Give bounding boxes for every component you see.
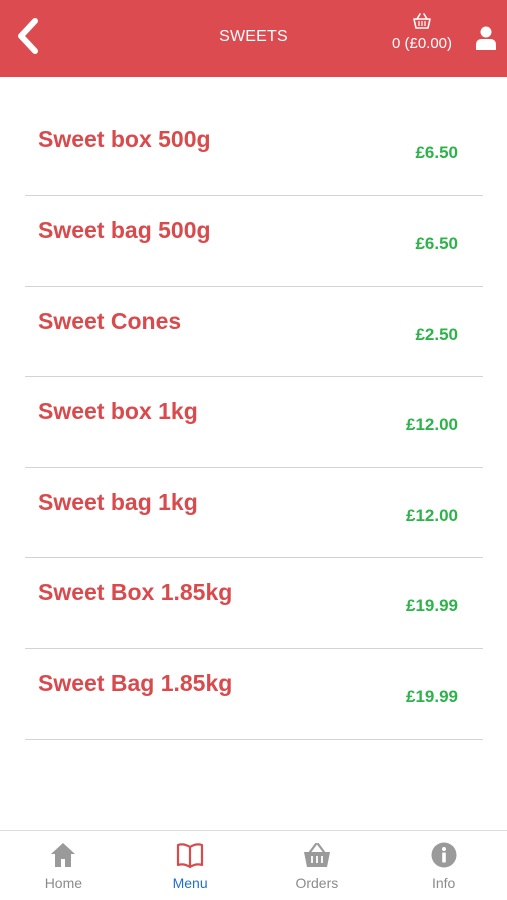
list-item[interactable]: Sweet Bag 1.85kg £19.99 [25,649,483,740]
item-name: Sweet box 1kg [38,398,198,425]
list-item[interactable]: Sweet box 1kg £12.00 [25,377,483,468]
basket-icon [303,842,330,867]
nav-menu-label: Menu [172,875,208,891]
list-item[interactable]: Sweet Cones £2.50 [25,287,483,378]
nav-info-label: Info [431,875,456,891]
item-name: Sweet Bag 1.85kg [38,669,233,696]
item-name: Sweet bag 500g [38,217,211,243]
nav-home-label: Home [44,875,83,891]
basket-total: 0 (£0.00) [391,35,453,52]
item-price: £12.00 [406,505,458,525]
item-price: £19.99 [406,686,458,706]
nav-orders[interactable]: Orders [254,831,381,900]
item-name: Sweet bag 1kg [38,488,198,515]
basket-button[interactable]: 0 (£0.00) [385,13,459,63]
item-name: Sweet Cones [38,307,182,334]
list-item[interactable]: Sweet Box 1.85kg £19.99 [25,558,483,649]
item-price: £6.50 [415,234,458,253]
nav-home[interactable]: Home [0,831,127,900]
product-list: Sweet box 500g £6.50 Sweet bag 500g £6.5… [25,105,483,740]
item-name: Sweet Box 1.85kg [38,579,233,606]
app-screen: SWEETS 0 (£0.00) Sweet box 500g £6.50 Sw… [0,0,507,900]
item-price: £12.00 [406,415,458,435]
info-icon [431,842,457,868]
list-item[interactable]: Sweet box 500g £6.50 [25,105,483,196]
list-item[interactable]: Sweet bag 1kg £12.00 [25,468,483,559]
item-name: Sweet box 500g [38,126,211,152]
list-item[interactable]: Sweet bag 500g £6.50 [25,196,483,287]
item-price: £2.50 [415,324,458,344]
user-icon [476,26,496,50]
top-app-bar: SWEETS 0 (£0.00) [0,0,507,77]
book-icon [177,843,204,868]
item-price: £6.50 [415,143,458,162]
nav-orders-label: Orders [295,875,339,891]
basket-icon [413,13,431,29]
home-icon [51,843,76,867]
nav-info[interactable]: Info [380,831,507,900]
item-price: £19.99 [406,596,458,616]
account-button[interactable] [472,24,500,52]
bottom-navigation: Home Menu Orders Info [0,830,507,900]
nav-menu[interactable]: Menu [127,831,254,900]
